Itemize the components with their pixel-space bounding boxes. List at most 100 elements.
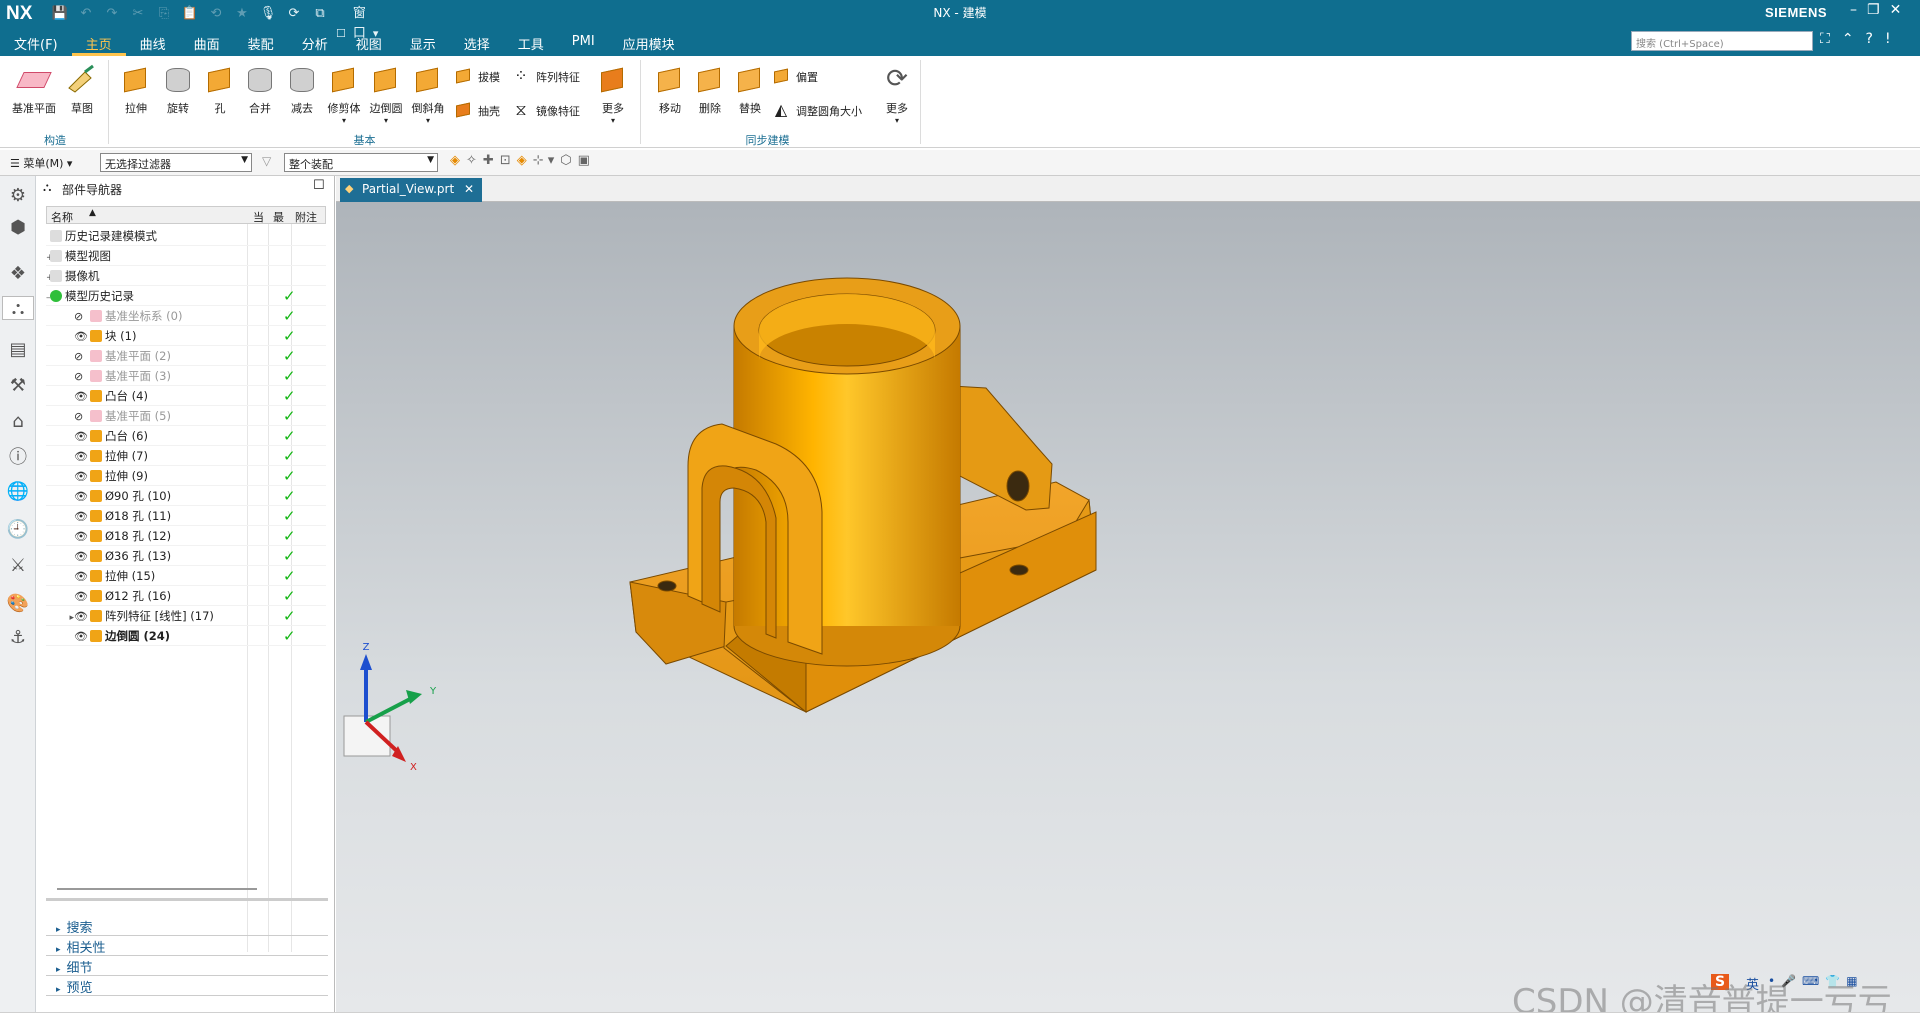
horizontal-scrollbar[interactable]	[57, 888, 257, 890]
menu-tab[interactable]: 工具	[504, 30, 558, 56]
tree-row[interactable]: 👁 凸台 (4) ✓	[46, 386, 326, 406]
minimize-icon[interactable]: –	[1850, 2, 1857, 18]
navigator-section[interactable]: ▸ 预览	[46, 974, 328, 996]
snap-icon[interactable]: ✧	[466, 153, 477, 168]
tree-row[interactable]: ⊘ 基准平面 (2) ✓	[46, 346, 326, 366]
sync-more-button[interactable]: ⟳ 更多 ▾	[880, 62, 914, 125]
tree-row[interactable]: ⊘ 基准平面 (3) ✓	[46, 366, 326, 386]
info-window-icon[interactable]: ⓘ	[6, 446, 30, 470]
menu-tab[interactable]: 分析	[288, 30, 342, 56]
close-tab-icon[interactable]: ✕	[464, 182, 474, 196]
web-browser-icon[interactable]: ⌂	[6, 410, 30, 434]
subtract-button[interactable]: 减去	[282, 62, 322, 116]
pick-icon[interactable]: ✚	[483, 153, 494, 168]
visibility-eye-icon[interactable]: 👁	[74, 327, 88, 347]
hole-button[interactable]: 孔	[200, 62, 240, 116]
menu-tab[interactable]: 曲线	[126, 30, 180, 56]
tree-row[interactable]: +模型视图	[46, 246, 326, 266]
tree-row[interactable]: 👁 块 (1) ✓	[46, 326, 326, 346]
navigator-section[interactable]: ▸ 细节	[46, 954, 328, 976]
visibility-eye-icon[interactable]: 👁	[74, 527, 88, 547]
body-select-icon[interactable]: ⊹ ▾	[533, 153, 555, 168]
pattern-feature-button[interactable]: ⁘ 阵列特征	[510, 66, 580, 88]
graphics-window[interactable]: Z Y X S 英 •🎤⌨👕▦	[336, 202, 1920, 1012]
visibility-eye-icon[interactable]: 👁	[74, 427, 88, 447]
menu-tab[interactable]: 主页	[71, 30, 126, 56]
visibility-eye-icon[interactable]: ⊘	[74, 347, 87, 367]
menu-tab[interactable]: 选择	[450, 30, 504, 56]
scope-select[interactable]: 整个装配 ▼	[284, 153, 438, 172]
restore-icon[interactable]: ❐	[1867, 2, 1880, 18]
visibility-eye-icon[interactable]: 👁	[74, 447, 88, 467]
globe-icon[interactable]: 🌐	[6, 480, 30, 504]
highlight-icon[interactable]: ▣	[578, 153, 590, 168]
column-notes[interactable]: 附注	[295, 209, 317, 225]
visibility-eye-icon[interactable]: 👁	[74, 467, 88, 487]
tree-row[interactable]: 👁 Ø36 孔 (13) ✓	[46, 546, 326, 566]
constraint-navigator-icon[interactable]: ❖	[6, 262, 30, 286]
visibility-eye-icon[interactable]: 👁	[74, 607, 88, 627]
menu-tab[interactable]: 应用模块	[609, 30, 689, 56]
visibility-eye-icon[interactable]: ⊘	[74, 407, 87, 427]
chamfer-button[interactable]: 倒斜角 ▾	[408, 62, 448, 125]
tree-row[interactable]: 历史记录建模模式	[46, 226, 326, 246]
offset-button[interactable]: 偏置	[770, 66, 818, 88]
resize-blend-button[interactable]: ◭ 调整圆角大小	[770, 100, 862, 122]
history-icon[interactable]: 🕘	[6, 518, 30, 542]
role-icon[interactable]: ⚓	[6, 626, 30, 650]
help-icon[interactable]: ?	[1866, 31, 1873, 47]
fullscreen-icon[interactable]: ⛶	[1820, 31, 1830, 47]
system-materials-icon[interactable]: ⚔	[6, 554, 30, 578]
extrude-button[interactable]: 拉伸	[116, 62, 156, 116]
visibility-eye-icon[interactable]: 👁	[74, 487, 88, 507]
menu-tab[interactable]: 视图	[342, 30, 396, 56]
menu-tab[interactable]: 装配	[234, 30, 288, 56]
hd3d-tools-icon[interactable]: ⚒	[6, 374, 30, 398]
close-icon[interactable]: ✕	[1890, 2, 1902, 18]
type-filter-select[interactable]: 无选择过滤器 ▼	[100, 153, 252, 172]
mirror-feature-button[interactable]: ⧖ 镜像特征	[510, 100, 580, 122]
tree-row[interactable]: – 模型历史记录 ✓	[46, 286, 326, 306]
revolve-button[interactable]: 旋转	[158, 62, 198, 116]
settings-icon[interactable]: ⚙	[6, 184, 30, 208]
visibility-eye-icon[interactable]: 👁	[74, 587, 88, 607]
maximize-icon[interactable]: ☐	[313, 178, 325, 193]
tree-row[interactable]: 👁 拉伸 (9) ✓	[46, 466, 326, 486]
visibility-eye-icon[interactable]: 👁	[74, 507, 88, 527]
visibility-eye-icon[interactable]: 👁	[74, 627, 88, 647]
visibility-eye-icon[interactable]: ⊘	[74, 307, 87, 327]
column-latest[interactable]: 最	[273, 209, 284, 225]
shell-button[interactable]: 抽壳	[452, 100, 500, 122]
edge-blend-button[interactable]: 边倒圆 ▾	[366, 62, 406, 125]
tree-row[interactable]: 👁 Ø90 孔 (10) ✓	[46, 486, 326, 506]
tree-row[interactable]: +摄像机	[46, 266, 326, 286]
menu-tab[interactable]: 显示	[396, 30, 450, 56]
draft-button[interactable]: 拔模	[452, 66, 500, 88]
tree-row[interactable]: ⊘ 基准平面 (5) ✓	[46, 406, 326, 426]
delete-face-button[interactable]: 删除	[690, 62, 730, 116]
face-select-icon[interactable]: ◈	[517, 153, 527, 168]
filter-icon[interactable]: ▽	[262, 154, 271, 168]
visibility-eye-icon[interactable]: 👁	[74, 567, 88, 587]
cube-icon[interactable]: ⬡	[560, 153, 571, 168]
menu-tab[interactable]: PMI	[558, 30, 609, 56]
visibility-eye-icon[interactable]: ⊘	[74, 367, 87, 387]
info-icon[interactable]: !	[1885, 31, 1891, 47]
tree-row[interactable]: 👁 Ø18 孔 (11) ✓	[46, 506, 326, 526]
tree-row[interactable]: 👁 拉伸 (15) ✓	[46, 566, 326, 586]
navigator-section[interactable]: ▸ 相关性	[46, 934, 328, 956]
part-model[interactable]: Z Y X	[336, 202, 1920, 1012]
column-name[interactable]: 名称	[51, 209, 73, 225]
collapse-ribbon-icon[interactable]: ⌃	[1842, 31, 1854, 47]
unite-button[interactable]: 合并	[240, 62, 280, 116]
basic-more-button[interactable]: 更多 ▾	[596, 62, 630, 125]
navigator-section[interactable]: ▸ 搜索	[46, 914, 328, 936]
part-navigator-icon[interactable]: ⛬	[2, 296, 34, 320]
trim-body-button[interactable]: 修剪体 ▾	[324, 62, 364, 125]
tree-row[interactable]: 👁 Ø12 孔 (16) ✓	[46, 586, 326, 606]
tree-row[interactable]: 👁 Ø18 孔 (12) ✓	[46, 526, 326, 546]
palette-icon[interactable]: 🎨	[6, 592, 30, 616]
tree-row[interactable]: ⊘ 基准坐标系 (0) ✓	[46, 306, 326, 326]
menu-tab[interactable]: 文件(F)	[0, 30, 72, 56]
panel-splitter[interactable]	[46, 898, 328, 901]
